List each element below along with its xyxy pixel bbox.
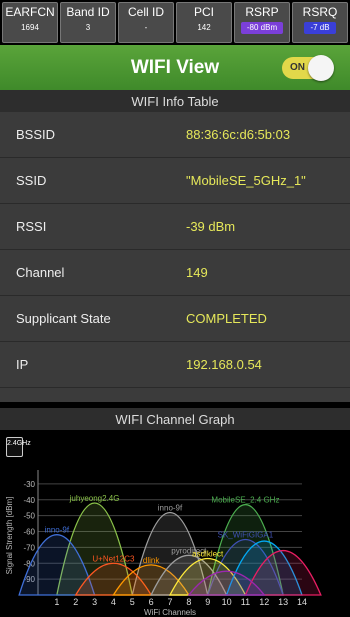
status-cell-value: 3 <box>85 23 91 32</box>
row-key: RSSI <box>16 219 47 234</box>
network-label: inno-9f <box>45 526 70 535</box>
row-key: BSSID <box>16 127 56 142</box>
table-row: RSSI -39 dBm <box>0 204 350 250</box>
network-label: juhyeong2.4G <box>69 494 120 503</box>
network-label: inno-9f <box>158 503 183 512</box>
x-tick-label: 5 <box>130 597 135 607</box>
row-value: "MobileSE_5GHz_1" <box>186 173 306 188</box>
row-key: IP <box>16 357 29 372</box>
network-label: SK_WiFiGIGA1 <box>218 530 274 539</box>
channel-chart: -30-40-50-60-70-80-901 2 3 4 5 6 7 8 9 10 11 12 13 14… <box>5 470 322 617</box>
channel-graph: 2.4GHz -30 -40 -50 -60 -70 -80 -90 1 2 3 4 5 6 7 8 9 10 1… <box>0 430 350 617</box>
row-value: -39 dBm <box>186 219 236 234</box>
wifi-toggle[interactable]: ON <box>282 55 334 81</box>
x-tick-label: 10 <box>222 597 232 607</box>
x-tick-label: 12 <box>259 597 269 607</box>
network-label: dlink <box>143 556 160 565</box>
row-key: Channel <box>16 265 65 280</box>
x-tick-label: 2 <box>73 597 78 607</box>
status-cell-value: - <box>144 23 148 32</box>
row-value: 192.168.0.54 <box>186 357 262 372</box>
y-tick-label: -70 <box>23 543 35 552</box>
page-title: WIFI View <box>130 56 220 78</box>
title-bar: WIFI View ON <box>0 45 350 90</box>
info-table-header: WIFI Info Table <box>0 90 350 112</box>
graph-header: WIFI Channel Graph <box>0 408 350 430</box>
x-tick-label: 7 <box>167 597 172 607</box>
status-cell-label: PCI <box>193 5 214 19</box>
network-label: asdlklect <box>192 550 224 559</box>
table-row: BSSID 88:36:6c:d6:5b:03 <box>0 112 350 158</box>
status-cell-label: Cell ID <box>127 5 164 19</box>
status-cell-label: RSRP <box>245 5 279 19</box>
toggle-label: ON <box>290 62 305 73</box>
x-tick-label: 3 <box>92 597 97 607</box>
status-cell-value: -7 dB <box>304 22 336 34</box>
status-cell-value: 1694 <box>21 23 39 32</box>
table-row: Link Speed866 Mbps <box>0 388 350 402</box>
network-label: MobileSE_2.4 GHz <box>211 496 279 505</box>
status-cell-value: -80 dBm <box>240 22 284 34</box>
info-table[interactable]: BSSID 88:36:6c:d6:5b:03 SSID "MobileSE_5GHz… <box>0 112 350 402</box>
y-tick-label: -40 <box>23 496 35 505</box>
y-axis-label: Signal Strength [dBm] <box>5 497 14 575</box>
row-value: 149 <box>186 265 208 280</box>
x-tick-label: 4 <box>111 597 116 607</box>
status-cell-band-id: Band ID 3 <box>60 2 116 43</box>
status-cell-earfcn: EARFCN 1694 <box>2 2 58 43</box>
status-cell-label: EARFCN <box>5 5 55 19</box>
y-tick-label: -50 <box>23 512 35 521</box>
table-row: Channel 149 <box>0 250 350 296</box>
status-cell-rsrp: RSRP -80 dBm <box>234 2 290 43</box>
row-key: Supplicant State <box>16 311 111 326</box>
row-value: COMPLETED <box>186 311 267 326</box>
x-axis-label: WiFi Channels <box>144 608 196 617</box>
status-cell-rsrq: RSRQ -7 dB <box>292 2 348 43</box>
status-cell-pci: PCI 142 <box>176 2 232 43</box>
status-strip: EARFCN 1694 Band ID 3 Cell ID - PCI 142 RSRP -80 … <box>0 0 350 45</box>
status-cell-value: 142 <box>197 23 211 32</box>
row-value: 88:36:6c:d6:5b:03 <box>186 127 291 142</box>
status-cell-label: Band ID <box>66 5 110 19</box>
x-tick-label: 13 <box>278 597 288 607</box>
x-tick-label: 6 <box>149 597 154 607</box>
x-tick-label: 8 <box>186 597 191 607</box>
network-label: U+Net12C3 <box>92 554 135 563</box>
x-tick-label: 11 <box>241 597 250 607</box>
status-cell-cell-id: Cell ID - <box>118 2 174 43</box>
y-tick-label: -30 <box>23 480 35 489</box>
row-key: SSID <box>16 173 47 188</box>
toggle-knob[interactable] <box>308 55 334 81</box>
table-row: Supplicant State COMPLETED <box>0 296 350 342</box>
y-tick-label: -60 <box>23 528 35 537</box>
x-tick-label: 1 <box>54 597 59 607</box>
table-row: IP 192.168.0.54 <box>0 342 350 388</box>
x-tick-label: 9 <box>205 597 210 607</box>
status-cell-label: RSRQ <box>302 5 338 19</box>
table-row: SSID "MobileSE_5GHz_1" <box>0 158 350 204</box>
x-tick-label: 14 <box>297 597 307 607</box>
